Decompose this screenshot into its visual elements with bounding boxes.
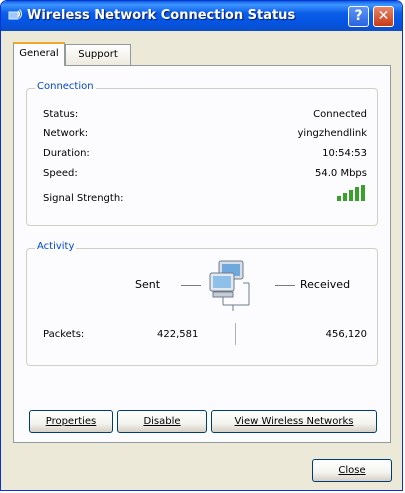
network-value: yingzhendlink	[297, 128, 368, 139]
tab-support[interactable]: Support	[65, 44, 131, 66]
speed-row: Speed: 54.0 Mbps	[43, 168, 367, 182]
network-computers-icon	[209, 260, 250, 311]
duration-value: 10:54:53	[322, 148, 367, 159]
packets-sent-value: 422,581	[157, 329, 199, 340]
duration-row: Duration: 10:54:53	[43, 148, 367, 162]
status-label: Status:	[43, 109, 79, 120]
sent-line	[181, 285, 201, 286]
help-icon: ?	[354, 8, 363, 24]
signal-bar	[337, 196, 341, 201]
network-row: Network: yingzhendlink	[43, 128, 367, 142]
status-row: Status: Connected	[43, 109, 367, 123]
received-line	[275, 285, 295, 286]
signal-bar	[361, 185, 365, 201]
signal-bar	[349, 190, 353, 201]
signal-strength-icon	[337, 185, 367, 201]
close-icon: ✕	[377, 8, 390, 24]
properties-button[interactable]: Properties	[29, 410, 113, 433]
signal-strength-label: Signal Strength:	[43, 193, 124, 204]
wireless-network-icon	[8, 9, 22, 20]
packets-received-value: 456,120	[325, 329, 367, 340]
status-value: Connected	[313, 109, 367, 120]
properties-button-label: Properties	[45, 416, 97, 427]
duration-label: Duration:	[43, 148, 90, 159]
speed-value: 54.0 Mbps	[315, 168, 367, 179]
disable-button-label: Disable	[143, 416, 181, 427]
connection-legend: Connection	[35, 81, 96, 92]
tab-general-label: General	[19, 48, 59, 59]
general-panel: Connection Status: Connected Network: yi…	[13, 65, 391, 443]
activity-group: Activity Sent Received Packets: 422,581 …	[26, 241, 378, 366]
signal-bar	[343, 193, 347, 201]
title-bar[interactable]: Wireless Network Connection Status ? ✕	[1, 1, 402, 31]
view-wireless-networks-button-label: View Wireless Networks	[234, 416, 354, 427]
help-button[interactable]: ?	[348, 6, 369, 27]
window-title: Wireless Network Connection Status	[27, 8, 296, 23]
title-close-button[interactable]: ✕	[373, 6, 394, 27]
view-wireless-networks-button[interactable]: View Wireless Networks	[211, 410, 377, 433]
status-window: Wireless Network Connection Status ? ✕ G…	[0, 0, 403, 491]
activity-legend: Activity	[35, 241, 77, 252]
connection-group: Connection Status: Connected Network: yi…	[26, 81, 378, 226]
tab-support-label: Support	[78, 49, 118, 60]
close-button-label: Close	[338, 465, 366, 476]
tab-general[interactable]: General	[13, 42, 65, 66]
speed-label: Speed:	[43, 168, 78, 179]
signal-row: Signal Strength:	[43, 193, 367, 207]
sent-label: Sent	[135, 278, 161, 291]
network-label: Network:	[43, 128, 89, 139]
packets-label: Packets:	[43, 329, 85, 340]
disable-button[interactable]: Disable	[117, 410, 207, 433]
signal-bar	[355, 187, 359, 201]
close-button[interactable]: Close	[312, 459, 392, 482]
received-label: Received	[300, 278, 351, 291]
activity-divider	[235, 323, 236, 345]
